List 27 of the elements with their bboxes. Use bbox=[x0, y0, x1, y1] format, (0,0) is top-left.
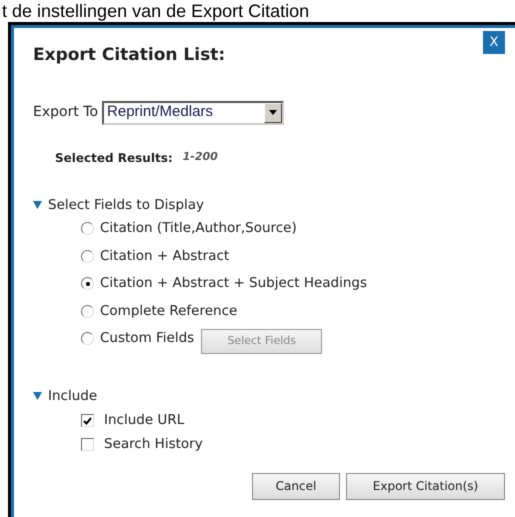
results-label: Selected Results: bbox=[55, 150, 173, 166]
dialog-title: Export Citation List: bbox=[33, 44, 226, 67]
section-title: Include bbox=[48, 387, 98, 406]
checkbox[interactable] bbox=[81, 414, 94, 427]
section-title: Select Fields to Display bbox=[48, 196, 204, 214]
export-button[interactable]: Export Citation(s) bbox=[346, 472, 505, 500]
option-label: Complete Reference bbox=[100, 302, 238, 321]
option-label: Citation + Abstract bbox=[100, 246, 230, 266]
field-label: Export To bbox=[33, 103, 98, 122]
option-label: Custom Fields bbox=[100, 329, 194, 348]
cancel-button[interactable]: Cancel bbox=[252, 472, 340, 500]
export-format-dropdown[interactable]: Reprint/Medlars bbox=[102, 100, 284, 124]
expanded-triangle-icon[interactable] bbox=[33, 200, 42, 210]
radio-button[interactable] bbox=[81, 304, 94, 318]
option-label: Citation (Title,Author,Source) bbox=[100, 219, 297, 238]
page-heading: t de instellingen van de Export Citation bbox=[2, 0, 310, 22]
option-label: Citation + Abstract + Subject Headings bbox=[100, 274, 368, 294]
option-label: Include URL bbox=[104, 411, 184, 430]
option-label: Search History bbox=[104, 435, 203, 454]
radio-button[interactable] bbox=[81, 222, 94, 235]
radio-button[interactable] bbox=[81, 277, 94, 290]
results-range: 1-200 bbox=[182, 149, 218, 166]
close-button[interactable]: X bbox=[483, 31, 505, 54]
radio-button[interactable] bbox=[81, 332, 94, 345]
expanded-triangle-icon[interactable] bbox=[33, 392, 42, 401]
radio-button[interactable] bbox=[81, 250, 94, 262]
checkbox[interactable] bbox=[81, 438, 94, 451]
